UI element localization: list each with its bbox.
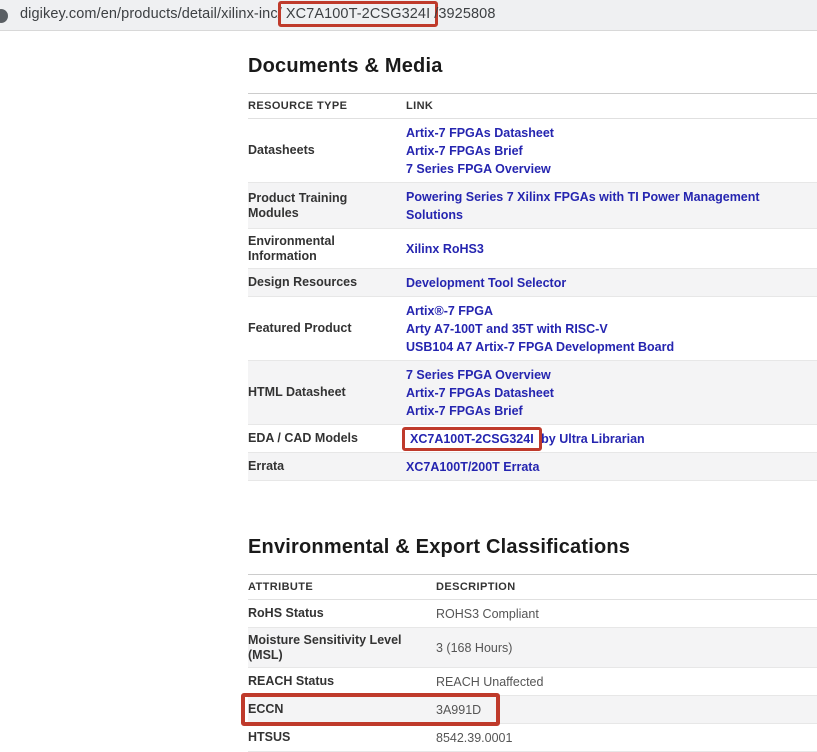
resource-type-label: HTML Datasheet — [248, 385, 406, 400]
document-link[interactable]: 7 Series FPGA Overview — [406, 366, 817, 384]
resource-type-label: Product Training Modules — [248, 191, 406, 221]
description-cell: 8542.39.0001 — [436, 729, 817, 747]
description-cell: 3 (168 Hours) — [436, 639, 817, 657]
table-row: Product Training ModulesPowering Series … — [248, 183, 817, 229]
document-link[interactable]: USB104 A7 Artix-7 FPGA Development Board — [406, 338, 817, 356]
resource-type-label: Errata — [248, 459, 406, 474]
site-favicon-icon — [0, 9, 8, 23]
table-row: Design ResourcesDevelopment Tool Selecto… — [248, 269, 817, 297]
environmental-title: Environmental & Export Classifications — [248, 534, 817, 560]
table-row: DatasheetsArtix-7 FPGAs DatasheetArtix-7… — [248, 119, 817, 183]
link-cell: Development Tool Selector — [406, 274, 817, 292]
link-annotation-box: XC7A100T-2CSG324I — [402, 427, 542, 451]
url-suffix: /3925808 — [434, 6, 495, 22]
link-cell: Powering Series 7 Xilinx FPGAs with TI P… — [406, 188, 817, 224]
document-link[interactable]: XC7A100T/200T Errata — [406, 458, 817, 476]
resource-type-label: Environmental Information — [248, 234, 406, 264]
attribute-label: HTSUS — [248, 730, 436, 745]
table-row: RoHS StatusROHS3 Compliant — [248, 600, 817, 628]
document-link[interactable]: Development Tool Selector — [406, 274, 817, 292]
description-value: 8542.39.0001 — [436, 729, 817, 747]
description-value: 3 (168 Hours) — [436, 639, 817, 657]
resource-type-label: Featured Product — [248, 321, 406, 336]
document-link[interactable]: XC7A100T-2CSG324I by Ultra Librarian — [406, 430, 817, 448]
url-prefix: digikey.com/en/products/detail/xilinx-in… — [20, 6, 282, 22]
link-cell: Xilinx RoHS3 — [406, 240, 817, 258]
document-link[interactable]: Artix-7 FPGAs Brief — [406, 402, 817, 420]
document-link[interactable]: Xilinx RoHS3 — [406, 240, 817, 258]
table-row: ECCN3A991D — [248, 696, 817, 724]
documents-media-table-header: RESOURCE TYPE LINK — [248, 93, 817, 119]
table-row: HTML Datasheet7 Series FPGA OverviewArti… — [248, 361, 817, 425]
table-row: Featured ProductArtix®-7 FPGAArty A7-100… — [248, 297, 817, 361]
document-link[interactable]: Powering Series 7 Xilinx FPGAs with TI P… — [406, 188, 817, 224]
document-link[interactable]: Artix-7 FPGAs Datasheet — [406, 124, 817, 142]
attribute-label: RoHS Status — [248, 606, 436, 621]
link-cell: Artix-7 FPGAs DatasheetArtix-7 FPGAs Bri… — [406, 124, 817, 178]
document-link[interactable]: Artix®-7 FPGA — [406, 302, 817, 320]
document-link[interactable]: Artix-7 FPGAs Datasheet — [406, 384, 817, 402]
table-row: EDA / CAD ModelsXC7A100T-2CSG324I by Ult… — [248, 425, 817, 453]
page-content: Documents & Media RESOURCE TYPE LINK Dat… — [248, 31, 817, 752]
document-link[interactable]: Artix-7 FPGAs Brief — [406, 142, 817, 160]
description-cell: REACH Unaffected — [436, 673, 817, 691]
environmental-table-header: ATTRIBUTE DESCRIPTION — [248, 574, 817, 600]
environmental-table: ATTRIBUTE DESCRIPTION RoHS StatusROHS3 C… — [248, 574, 817, 752]
table-row: REACH StatusREACH Unaffected — [248, 668, 817, 696]
document-link[interactable]: 7 Series FPGA Overview — [406, 160, 817, 178]
attribute-label: REACH Status — [248, 674, 436, 689]
documents-media-title: Documents & Media — [248, 53, 817, 79]
document-link[interactable]: Arty A7-100T and 35T with RISC-V — [406, 320, 817, 338]
browser-address-bar[interactable]: digikey.com/en/products/detail/xilinx-in… — [0, 0, 817, 31]
column-header-resource-type: RESOURCE TYPE — [248, 100, 406, 112]
url-annotation-box: XC7A100T-2CSG324I — [278, 1, 438, 27]
url-text: digikey.com/en/products/detail/xilinx-in… — [20, 6, 495, 22]
attribute-label: Moisture Sensitivity Level (MSL) — [248, 633, 436, 663]
resource-type-label: EDA / CAD Models — [248, 431, 406, 446]
link-cell: Artix®-7 FPGAArty A7-100T and 35T with R… — [406, 302, 817, 356]
documents-media-table: RESOURCE TYPE LINK DatasheetsArtix-7 FPG… — [248, 93, 817, 481]
table-row: Moisture Sensitivity Level (MSL)3 (168 H… — [248, 628, 817, 668]
eda-part-number: XC7A100T-2CSG324I — [410, 432, 534, 446]
description-value: REACH Unaffected — [436, 673, 817, 691]
column-header-attribute: ATTRIBUTE — [248, 581, 436, 593]
column-header-description: DESCRIPTION — [436, 581, 516, 593]
table-row: Environmental InformationXilinx RoHS3 — [248, 229, 817, 269]
resource-type-label: Design Resources — [248, 275, 406, 290]
table-row: HTSUS8542.39.0001 — [248, 724, 817, 752]
description-value: ROHS3 Compliant — [436, 605, 817, 623]
link-cell: XC7A100T-2CSG324I by Ultra Librarian — [406, 430, 817, 448]
description-cell: ROHS3 Compliant — [436, 605, 817, 623]
resource-type-label: Datasheets — [248, 143, 406, 158]
column-header-link: LINK — [406, 100, 433, 112]
link-cell: XC7A100T/200T Errata — [406, 458, 817, 476]
table-row: ErrataXC7A100T/200T Errata — [248, 453, 817, 481]
link-cell: 7 Series FPGA OverviewArtix-7 FPGAs Data… — [406, 366, 817, 420]
url-part-number: XC7A100T-2CSG324I — [286, 6, 430, 22]
